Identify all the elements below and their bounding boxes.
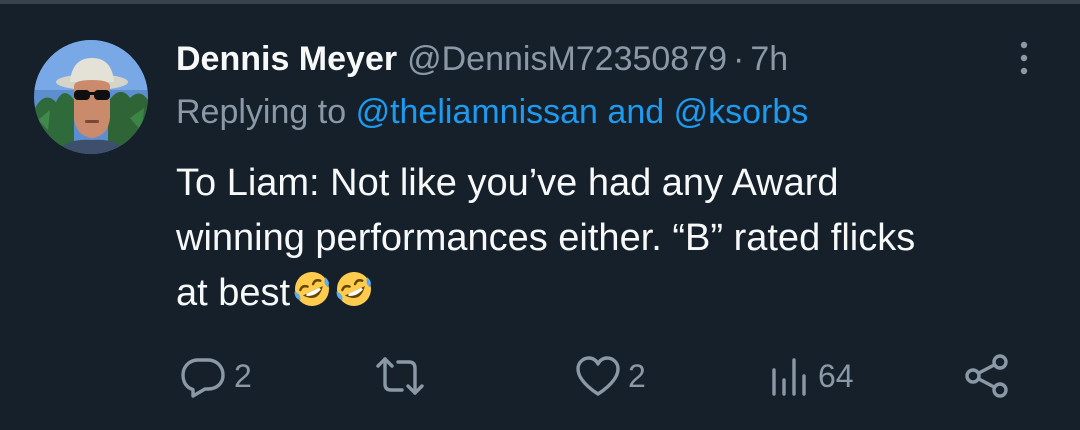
top-divider bbox=[0, 0, 1080, 4]
separator-dot: · bbox=[733, 39, 745, 78]
share-icon bbox=[965, 354, 1008, 398]
avatar[interactable] bbox=[34, 40, 148, 154]
tweet-text: To Liam: Not like you’ve had any Award w… bbox=[176, 156, 1056, 321]
like-count: 2 bbox=[628, 357, 646, 394]
tweet-text-line: winning performances either. “B” rated f… bbox=[176, 217, 916, 259]
reply-count: 2 bbox=[234, 357, 252, 394]
author-display-name[interactable]: Dennis Meyer bbox=[176, 40, 397, 79]
like-button[interactable]: 2 bbox=[574, 348, 646, 404]
more-options-button[interactable] bbox=[1008, 40, 1040, 76]
tweet-text-line-content: at best bbox=[176, 272, 291, 314]
views-icon bbox=[772, 358, 806, 396]
tweet-text-line: To Liam: Not like you’ve had any Award bbox=[176, 162, 839, 204]
tweet-timestamp[interactable]: 7h bbox=[750, 40, 788, 79]
more-icon bbox=[1020, 41, 1028, 75]
tweet-action-bar: 2 2 64 bbox=[0, 348, 1080, 404]
reply-icon bbox=[181, 358, 225, 398]
like-icon bbox=[576, 356, 620, 396]
tweet-header: Dennis Meyer @DennisM72350879 · 7h bbox=[176, 38, 788, 80]
author-handle[interactable]: @DennisM72350879 bbox=[407, 40, 727, 79]
mention-ksorbs[interactable]: @ksorbs bbox=[674, 93, 809, 131]
view-count: 64 bbox=[818, 357, 854, 394]
replying-to-prefix: Replying to bbox=[176, 93, 347, 131]
retweet-icon bbox=[376, 357, 424, 395]
rolling-laughing-emoji-icon bbox=[336, 272, 372, 306]
mention-theliamnissan[interactable]: @theliamnissan bbox=[356, 93, 598, 131]
replying-to: Replying to @theliamnissan and @ksorbs bbox=[176, 93, 808, 132]
rolling-laughing-emoji-icon bbox=[294, 272, 330, 306]
retweet-button[interactable] bbox=[372, 348, 428, 404]
avatar-image bbox=[34, 40, 148, 154]
views-button[interactable]: 64 bbox=[768, 348, 854, 404]
reply-button[interactable]: 2 bbox=[178, 348, 252, 404]
share-button[interactable] bbox=[962, 348, 1012, 404]
replying-to-conjunction: and bbox=[607, 93, 665, 131]
tweet-text-line-last: at best bbox=[176, 266, 1056, 321]
